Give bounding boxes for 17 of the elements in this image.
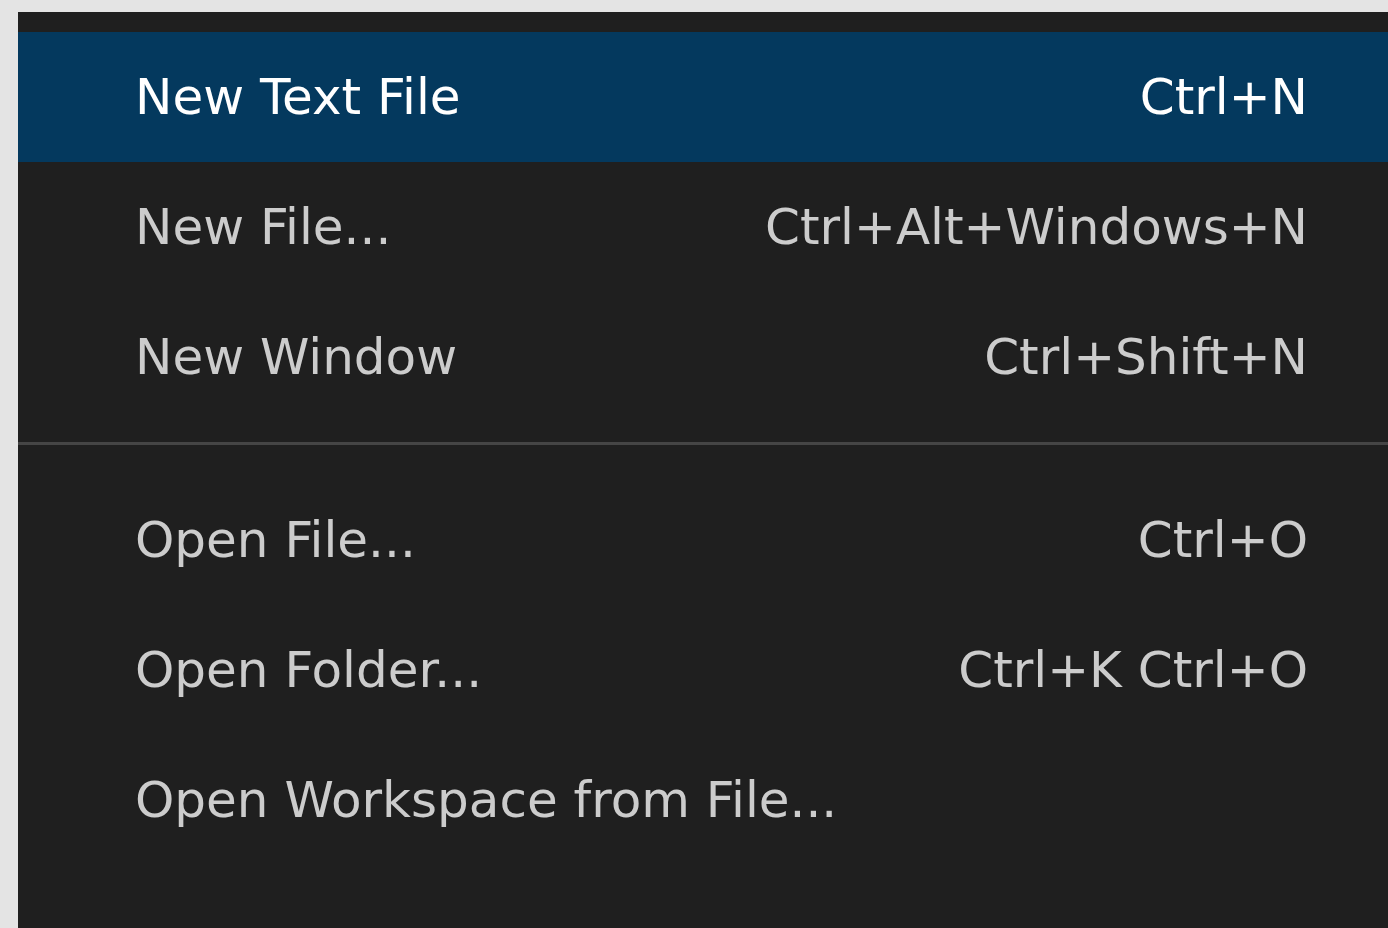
menu-item-label: Open File... [135, 511, 416, 569]
shortcut-text: Ctrl+K Ctrl+O [958, 641, 1308, 699]
shortcut-text: Ctrl+N [1139, 68, 1308, 126]
menu-item[interactable]: New Text File Ctrl+N [18, 32, 1388, 162]
menu-item-label: New Window [135, 328, 458, 386]
menu-item-label: Open Workspace from File... [135, 771, 838, 829]
shortcut-text: Ctrl+Shift+N [984, 328, 1308, 386]
shortcut-text: Ctrl+Alt+Windows+N [765, 198, 1308, 256]
menu-item[interactable]: New File... Ctrl+Alt+Windows+N [18, 162, 1388, 292]
menu-item[interactable]: Open Folder... Ctrl+K Ctrl+O [18, 605, 1388, 735]
menu-item[interactable]: Open Workspace from File... [18, 735, 1388, 865]
menu-item-label: Open Folder... [135, 641, 483, 699]
menu-item[interactable]: New Window Ctrl+Shift+N [18, 292, 1388, 422]
menu-item[interactable]: Open File... Ctrl+O [18, 475, 1388, 605]
menu-item-label: New Text File [135, 68, 461, 126]
shortcut-text: Ctrl+O [1137, 511, 1308, 569]
menu-item-label: New File... [135, 198, 392, 256]
